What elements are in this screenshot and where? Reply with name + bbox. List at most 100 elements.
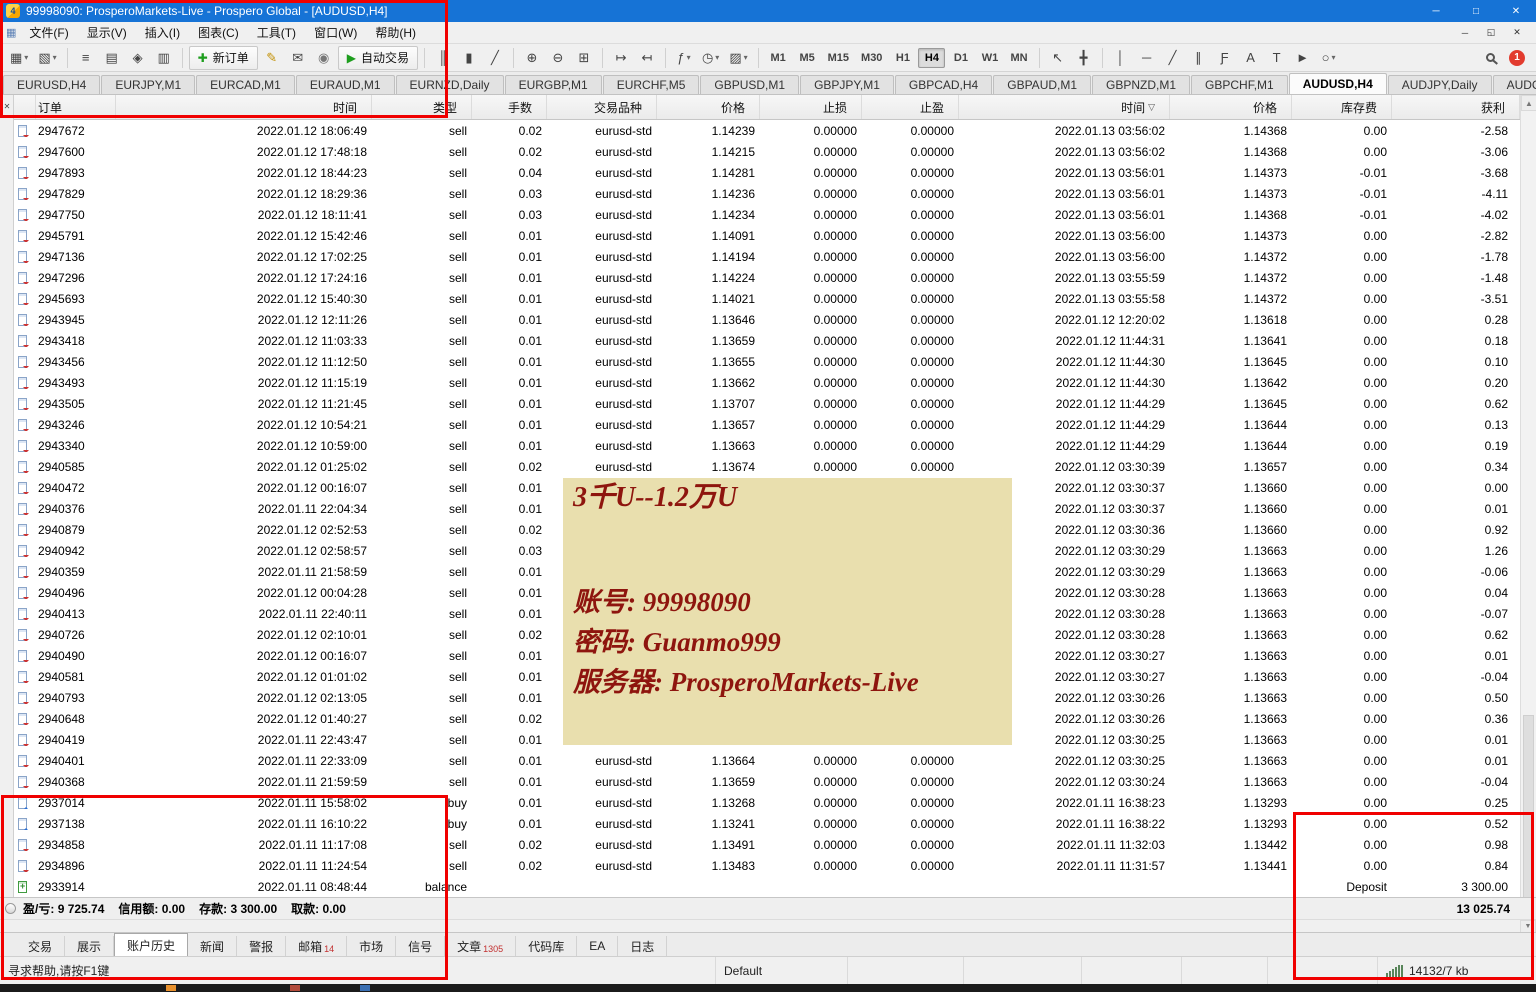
- cell-stop-loss: 0.00000: [760, 166, 862, 180]
- history-row-2947672[interactable]: 29476722022.01.12 18:06:49sell0.02eurusd…: [14, 120, 1520, 141]
- history-row-2943418[interactable]: 29434182022.01.12 11:03:33sell0.01eurusd…: [14, 330, 1520, 351]
- symbol-tab-eurchf-m5[interactable]: EURCHF,M5: [603, 75, 700, 94]
- bottom-tab-codebase[interactable]: 代码库: [516, 936, 577, 956]
- timeframe-button-h1[interactable]: H1: [889, 48, 916, 68]
- cursor-button[interactable]: ↖: [1046, 46, 1070, 70]
- scroll-up-button[interactable]: ▲: [1521, 95, 1536, 111]
- channel-button[interactable]: ∥: [1187, 46, 1211, 70]
- tile-windows-button[interactable]: ⊞: [572, 46, 596, 70]
- window-close-button[interactable]: ✕: [1496, 0, 1536, 22]
- label-tool-button[interactable]: T: [1265, 46, 1289, 70]
- cell-type: sell: [372, 166, 472, 180]
- symbol-tab-gbpjpy-m1[interactable]: GBPJPY,M1: [800, 75, 894, 94]
- history-row-2943340[interactable]: 29433402022.01.12 10:59:00sell0.01eurusd…: [14, 435, 1520, 456]
- symbol-tab-gbpaud-m1[interactable]: GBPAUD,M1: [993, 75, 1091, 94]
- history-row-2947893[interactable]: 29478932022.01.12 18:44:23sell0.04eurusd…: [14, 162, 1520, 183]
- symbol-tab-eurgbp-m1[interactable]: EURGBP,M1: [505, 75, 602, 94]
- history-row-2947136[interactable]: 29471362022.01.12 17:02:25sell0.01eurusd…: [14, 246, 1520, 267]
- fibonacci-button[interactable]: Ƒ: [1213, 46, 1237, 70]
- chart-shift-button[interactable]: ↤: [635, 46, 659, 70]
- history-row-2947600[interactable]: 29476002022.01.12 17:48:18sell0.02eurusd…: [14, 141, 1520, 162]
- dropdown-icon: ▾: [744, 53, 748, 62]
- timeframe-button-m5[interactable]: M5: [794, 48, 821, 68]
- indicators-button[interactable]: ƒ▾: [672, 46, 696, 70]
- templates-button[interactable]: ▨▾: [725, 46, 751, 70]
- cell-profit: 0.92: [1392, 523, 1520, 537]
- cell-lots: 0.01: [472, 733, 547, 747]
- column-header-swap[interactable]: 库存费: [1292, 95, 1392, 119]
- history-row-2943456[interactable]: 29434562022.01.12 11:12:50sell0.01eurusd…: [14, 351, 1520, 372]
- cell-close-price: 1.13663: [1170, 607, 1292, 621]
- child-minimize-button[interactable]: ─: [1452, 24, 1478, 42]
- timeframe-button-mn[interactable]: MN: [1005, 48, 1032, 68]
- history-row-2943493[interactable]: 29434932022.01.12 11:15:19sell0.01eurusd…: [14, 372, 1520, 393]
- trendline-button[interactable]: ╱: [1161, 46, 1185, 70]
- symbol-tab-gbpcad-h4[interactable]: GBPCAD,H4: [895, 75, 992, 94]
- column-header-close-time[interactable]: 时间▽: [959, 95, 1170, 119]
- history-row-2943246[interactable]: 29432462022.01.12 10:54:21sell0.01eurusd…: [14, 414, 1520, 435]
- column-header-symbol[interactable]: 交易品种: [547, 95, 657, 119]
- symbol-tab-audjpy-daily[interactable]: AUDJPY,Daily: [1388, 75, 1492, 94]
- column-header-take-profit[interactable]: 止盈: [862, 95, 959, 119]
- timeframe-button-m30[interactable]: M30: [856, 48, 887, 68]
- history-row-2940585[interactable]: 29405852022.01.12 01:25:02sell0.02eurusd…: [14, 456, 1520, 477]
- cell-open-time: 2022.01.12 02:52:53: [116, 523, 372, 537]
- window-maximize-button[interactable]: □: [1456, 0, 1496, 22]
- history-row-2940368[interactable]: 29403682022.01.11 21:59:59sell0.01eurusd…: [14, 771, 1520, 792]
- notifications-badge[interactable]: 1: [1509, 50, 1525, 66]
- window-minimize-button[interactable]: ─: [1416, 0, 1456, 22]
- column-header-stop-loss[interactable]: 止损: [760, 95, 862, 119]
- shapes-button[interactable]: ○▾: [1317, 46, 1341, 70]
- horizontal-line-button[interactable]: ─: [1135, 46, 1159, 70]
- order-ticket-icon: [18, 314, 27, 326]
- timeframe-button-h4[interactable]: H4: [918, 48, 945, 68]
- column-header-close-price[interactable]: 价格: [1170, 95, 1292, 119]
- cell-open-time: 2022.01.12 02:58:57: [116, 544, 372, 558]
- symbol-tab-gbpnzd-m1[interactable]: GBPNZD,M1: [1092, 75, 1190, 94]
- history-row-2947829[interactable]: 29478292022.01.12 18:29:36sell0.03eurusd…: [14, 183, 1520, 204]
- column-header-lots[interactable]: 手数: [472, 95, 547, 119]
- periods-button[interactable]: ◷▾: [698, 46, 723, 70]
- status-profile[interactable]: Default: [716, 957, 848, 984]
- cell-open-price: 1.13674: [657, 460, 760, 474]
- column-header-profit[interactable]: 获利: [1392, 95, 1520, 119]
- bottom-tab-experts[interactable]: EA: [577, 936, 618, 956]
- cell-lots: 0.01: [472, 397, 547, 411]
- history-row-2945791[interactable]: 29457912022.01.12 15:42:46sell0.01eurusd…: [14, 225, 1520, 246]
- history-row-2947750[interactable]: 29477502022.01.12 18:11:41sell0.03eurusd…: [14, 204, 1520, 225]
- candle-chart-button[interactable]: ▮: [457, 46, 481, 70]
- taskbar-app-blip: [290, 985, 300, 991]
- column-header-open-price[interactable]: 价格: [657, 95, 760, 119]
- history-row-2943505[interactable]: 29435052022.01.12 11:21:45sell0.01eurusd…: [14, 393, 1520, 414]
- timeframe-button-m15[interactable]: M15: [823, 48, 854, 68]
- timeframe-button-m1[interactable]: M1: [765, 48, 792, 68]
- child-restore-button[interactable]: ◱: [1478, 24, 1504, 42]
- cell-order: 2947672: [36, 124, 116, 138]
- history-row-2940401[interactable]: 29404012022.01.11 22:33:09sell0.01eurusd…: [14, 750, 1520, 771]
- line-chart-button[interactable]: ╱: [483, 46, 507, 70]
- timeframe-button-w1[interactable]: W1: [976, 48, 1003, 68]
- label-tool-icon: T: [1273, 50, 1281, 65]
- zoom-in-button[interactable]: ⊕: [520, 46, 544, 70]
- bottom-tab-journal[interactable]: 日志: [618, 936, 667, 956]
- cell-profit: 0.25: [1392, 796, 1520, 810]
- search-button[interactable]: [1478, 46, 1502, 70]
- symbol-tab-audcad-m1[interactable]: AUDCAD,M1: [1493, 75, 1536, 94]
- crosshair-button[interactable]: ╋: [1072, 46, 1096, 70]
- history-row-2943945[interactable]: 29439452022.01.12 12:11:26sell0.01eurusd…: [14, 309, 1520, 330]
- vertical-scrollbar[interactable]: ▲: [1520, 95, 1536, 919]
- child-close-button[interactable]: ✕: [1504, 24, 1530, 42]
- symbol-tab-gbpusd-m1[interactable]: GBPUSD,M1: [700, 75, 799, 94]
- vertical-line-button[interactable]: │: [1109, 46, 1133, 70]
- arrow-tool-icon: ►: [1296, 50, 1309, 65]
- text-tool-button[interactable]: A: [1239, 46, 1263, 70]
- auto-scroll-button[interactable]: ↦: [609, 46, 633, 70]
- zoom-out-button[interactable]: ⊖: [546, 46, 570, 70]
- symbol-tab-audusd-h4[interactable]: AUDUSD,H4: [1289, 73, 1387, 94]
- history-row-2947296[interactable]: 29472962022.01.12 17:24:16sell0.01eurusd…: [14, 267, 1520, 288]
- timeframe-button-d1[interactable]: D1: [947, 48, 974, 68]
- bottom-tab-articles[interactable]: 文章1305: [445, 936, 516, 956]
- history-row-2945693[interactable]: 29456932022.01.12 15:40:30sell0.01eurusd…: [14, 288, 1520, 309]
- arrow-tool-button[interactable]: ►: [1291, 46, 1315, 70]
- symbol-tab-gbpchf-m1[interactable]: GBPCHF,M1: [1191, 75, 1288, 94]
